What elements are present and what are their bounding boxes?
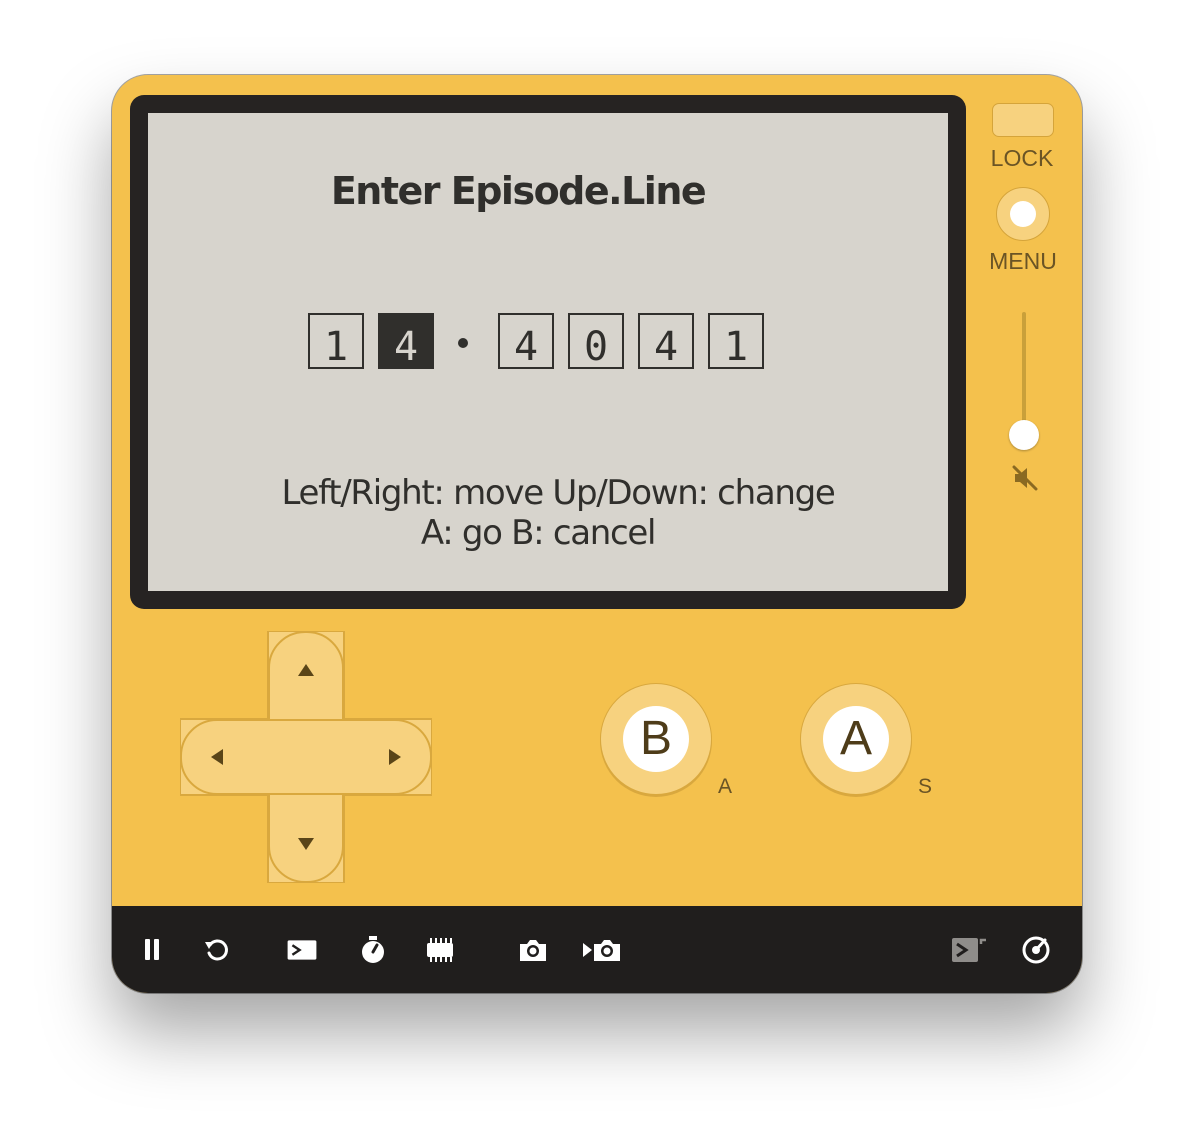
menu-button-face [1010, 201, 1036, 227]
menu-label: MENU [989, 248, 1057, 274]
separator-dot [458, 338, 468, 348]
arrow-up-icon[interactable] [286, 651, 326, 691]
lock-label: LOCK [990, 145, 1054, 171]
lock-button[interactable] [992, 103, 1054, 137]
digit-box: 4 [498, 313, 554, 370]
help-text-navigation: Left/Right: move Up/Down: change [281, 473, 835, 513]
stopwatch-icon[interactable] [357, 934, 389, 966]
a-button-label: A [823, 706, 889, 772]
console-icon[interactable] [286, 934, 318, 966]
a-button[interactable]: A [800, 683, 912, 795]
arrow-down-icon[interactable] [286, 823, 326, 863]
screenshot-icon[interactable] [517, 934, 549, 966]
pause-icon[interactable] [137, 934, 169, 966]
help-text-actions: A: go B: cancel [420, 513, 657, 553]
volume-slider-knob[interactable] [1009, 420, 1039, 450]
b-button[interactable]: B [600, 683, 712, 795]
settings-dial-icon[interactable] [1020, 934, 1052, 966]
screen-bezel: Enter Episode.Line 1 4 4 0 4 1 Left/Righ… [130, 95, 966, 609]
digit-box: 1 [308, 313, 364, 370]
restart-icon[interactable] [201, 934, 233, 966]
digit-box: 1 [708, 313, 764, 370]
volume-slider-track[interactable] [1022, 312, 1026, 434]
speaker-muted-icon[interactable] [1010, 463, 1040, 493]
record-video-icon[interactable] [582, 934, 622, 966]
screen-title: Enter Episode.Line [330, 169, 707, 213]
simulator-toolbar [112, 906, 1082, 993]
playdate-device: Enter Episode.Line 1 4 4 0 4 1 Left/Righ… [112, 75, 1082, 993]
digit-box: 0 [568, 313, 624, 370]
arrow-right-icon[interactable] [374, 737, 414, 777]
menu-button[interactable] [996, 187, 1050, 241]
b-button-label: B [623, 706, 689, 772]
a-button-key-hint: S [918, 775, 933, 798]
b-button-key-hint: A [718, 775, 733, 798]
arrow-left-icon[interactable] [198, 737, 238, 777]
digit-box: 4 [638, 313, 694, 370]
dpad[interactable] [180, 631, 432, 883]
game-screen: Enter Episode.Line 1 4 4 0 4 1 Left/Righ… [148, 113, 948, 591]
console-stream-icon[interactable] [950, 934, 988, 966]
cpu-icon[interactable] [424, 934, 456, 966]
digit-box-selected: 4 [378, 313, 434, 370]
